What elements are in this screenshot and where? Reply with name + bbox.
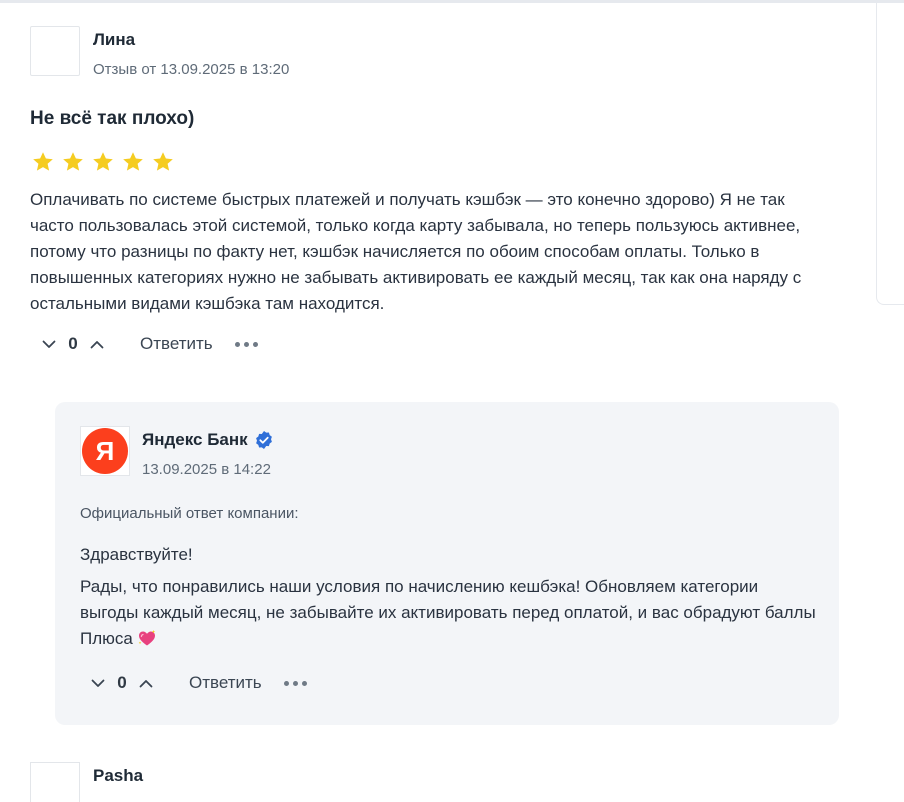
star-icon <box>123 152 143 171</box>
chevron-up-icon <box>90 340 104 348</box>
dot <box>243 341 249 347</box>
company-logo[interactable]: Я <box>80 426 130 476</box>
author-name[interactable]: Pasha <box>93 766 143 802</box>
dot <box>301 680 307 686</box>
vote-count: 0 <box>68 334 78 353</box>
vote-count: 0 <box>117 673 127 692</box>
review-date: Отзыв от 13.09.2025 в 13:20 <box>93 61 290 78</box>
review-title: Не всё так плохо) <box>30 108 195 129</box>
review-actions: 0 Ответить <box>36 332 840 356</box>
avatar[interactable] <box>30 762 80 802</box>
company-header: Я Яндекс Банк 13.09.2025 в 14:22 <box>80 426 274 478</box>
company-name-row: Яндекс Банк <box>142 430 274 450</box>
top-divider <box>0 0 904 3</box>
more-dots-icon[interactable] <box>283 677 307 690</box>
next-review: Pasha <box>30 762 143 802</box>
dot <box>292 680 298 686</box>
reply-date: 13.09.2025 в 14:22 <box>142 461 271 478</box>
vote-up-button[interactable] <box>133 671 159 695</box>
yandex-logo-icon: Я <box>82 428 128 474</box>
author-name[interactable]: Лина <box>93 30 289 50</box>
sparkling-heart-icon <box>138 630 156 646</box>
company-reply: Я Яндекс Банк 13.09.2025 в 14:22 Официал… <box>55 402 839 725</box>
reply-paragraph: Рады, что понравились наши условия по на… <box>80 574 820 652</box>
vote-down-button[interactable] <box>36 332 62 356</box>
side-panel <box>876 3 904 305</box>
star-icon <box>33 152 53 171</box>
star-icon <box>63 152 83 171</box>
company-name[interactable]: Яндекс Банк <box>142 430 248 450</box>
chevron-down-icon <box>91 679 105 687</box>
dot <box>234 341 240 347</box>
vote-up-button[interactable] <box>84 332 110 356</box>
reply-greeting: Здравствуйте! <box>80 545 193 564</box>
review-text: Оплачивать по системе быстрых платежей и… <box>30 190 802 313</box>
reply-body: Здравствуйте! Рады, что понравились наши… <box>80 542 820 652</box>
official-reply-label: Официальный ответ компании: <box>80 505 299 522</box>
review-author: Лина Отзыв от 13.09.2025 в 13:20 <box>30 26 840 78</box>
reply-button[interactable]: Ответить <box>140 334 213 354</box>
rating-stars <box>30 150 840 174</box>
dot <box>283 680 289 686</box>
author-meta: Лина Отзыв от 13.09.2025 в 13:20 <box>93 30 289 78</box>
star-icon <box>93 152 113 171</box>
more-dots-icon[interactable] <box>234 338 258 351</box>
chevron-down-icon <box>42 340 56 348</box>
reply-text: Рады, что понравились наши условия по на… <box>80 577 816 648</box>
star-icon <box>153 152 173 171</box>
company-meta: Яндекс Банк 13.09.2025 в 14:22 <box>142 430 274 478</box>
chevron-up-icon <box>139 679 153 687</box>
vote-down-button[interactable] <box>85 671 111 695</box>
verified-check-icon <box>255 431 272 449</box>
reply-actions: 0 Ответить <box>85 671 307 695</box>
review-card: Лина Отзыв от 13.09.2025 в 13:20 Не всё … <box>30 26 840 356</box>
dot <box>252 341 258 347</box>
reply-button[interactable]: Ответить <box>189 673 262 693</box>
avatar[interactable] <box>30 26 80 76</box>
